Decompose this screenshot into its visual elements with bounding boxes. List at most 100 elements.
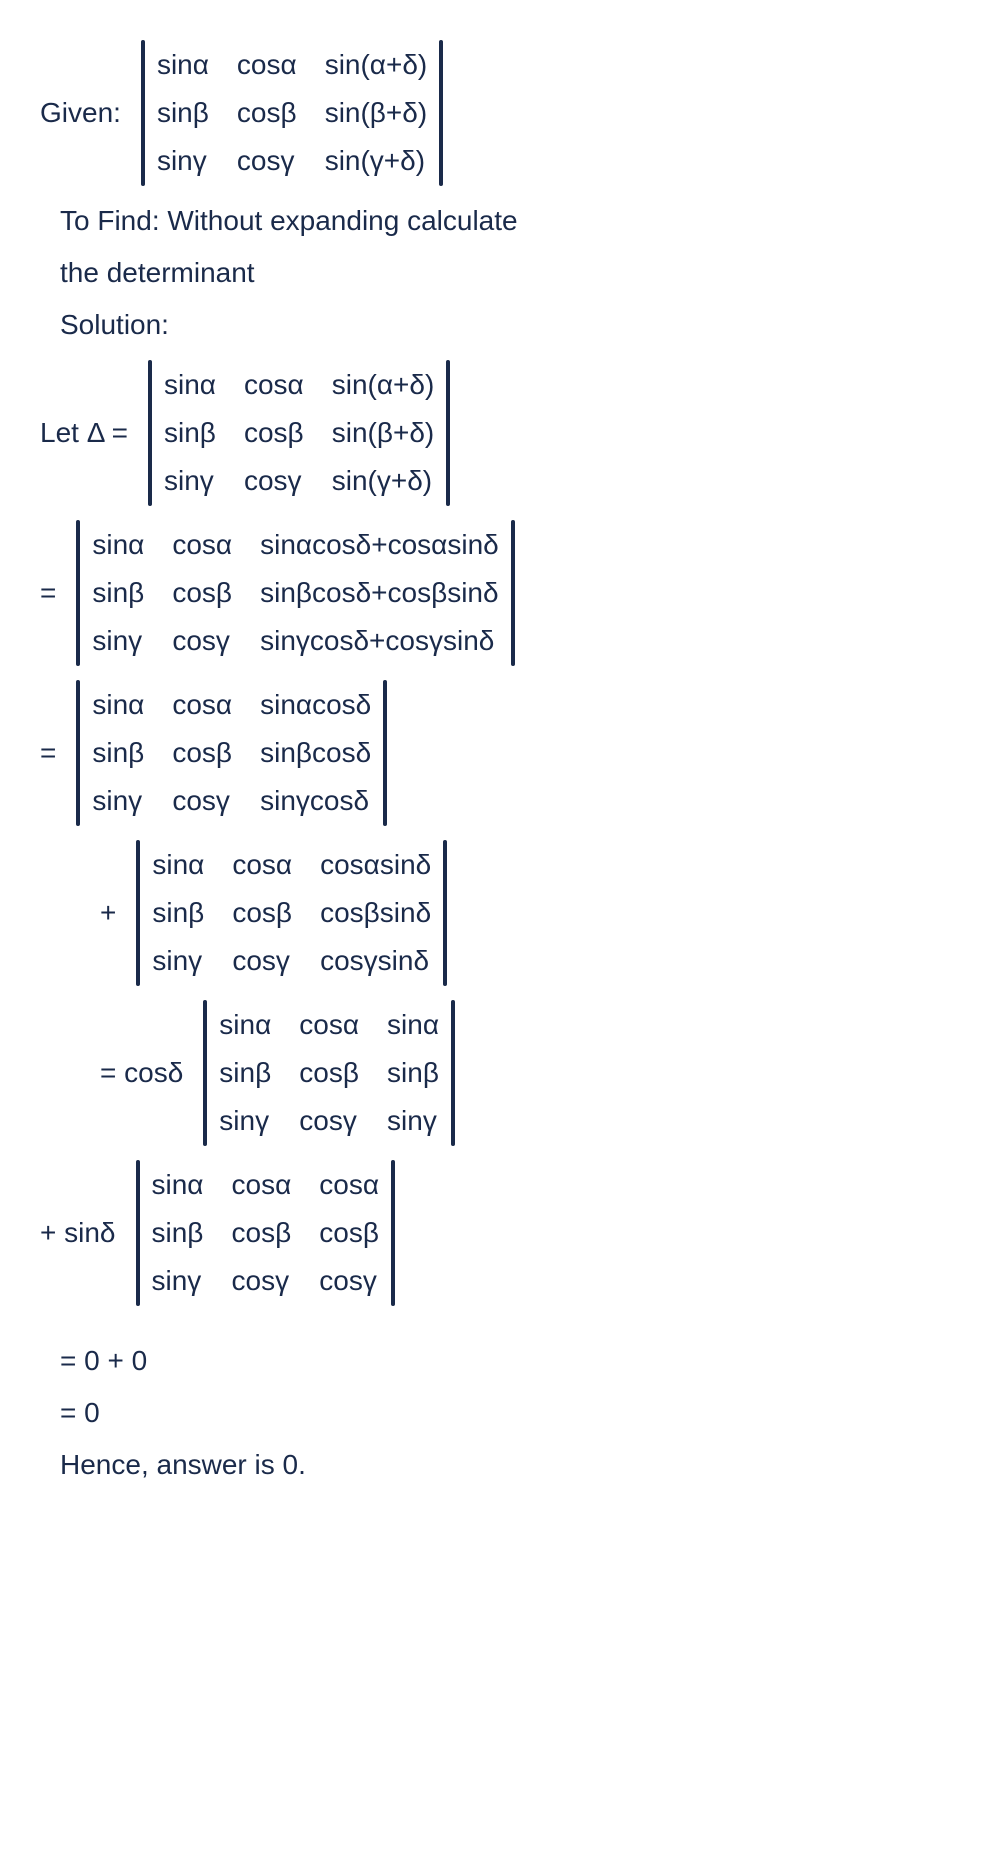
cell: sin(α+δ) bbox=[325, 44, 428, 86]
given-line: Given: sinα cosα sin(α+δ) sinβ cosβ sin(… bbox=[40, 36, 960, 190]
cell: cosα bbox=[172, 684, 232, 726]
cell: cosγ bbox=[244, 460, 304, 502]
det-bar-right bbox=[446, 360, 450, 506]
cos-delta-coeff: = cosδ bbox=[100, 1052, 183, 1094]
factor2-line: + sinδ sinα cosα cosα sinβ cosβ cosβ sin… bbox=[40, 1156, 960, 1310]
cell: cosα bbox=[244, 364, 304, 406]
det-bar-left bbox=[141, 40, 145, 186]
cell: sinγ bbox=[387, 1100, 439, 1142]
cell: sinγ bbox=[164, 460, 216, 502]
split1-line: = sinα cosα sinαcosδ sinβ cosβ sinβcosδ … bbox=[40, 676, 960, 830]
cell: sin(α+δ) bbox=[332, 364, 435, 406]
cell: sinβ bbox=[152, 892, 204, 934]
cell: sinβ bbox=[219, 1052, 271, 1094]
given-determinant: sinα cosα sin(α+δ) sinβ cosβ sin(β+δ) si… bbox=[135, 40, 449, 186]
det-bar-right bbox=[451, 1000, 455, 1146]
cell: sinβ bbox=[164, 412, 216, 454]
cell: cosα bbox=[319, 1164, 379, 1206]
cell: sinα bbox=[157, 44, 209, 86]
cell: sinα bbox=[152, 844, 204, 886]
det-grid: sinα cosα sin(α+δ) sinβ cosβ sin(β+δ) si… bbox=[151, 40, 433, 186]
cell: sinα bbox=[219, 1004, 271, 1046]
cell: cosβ bbox=[172, 732, 232, 774]
det-grid: sinα cosα cosαsinδ sinβ cosβ cosβsinδ si… bbox=[146, 840, 437, 986]
det-grid: sinα cosα sin(α+δ) sinβ cosβ sin(β+δ) si… bbox=[158, 360, 440, 506]
cell: sinα bbox=[387, 1004, 439, 1046]
cell: sinγ bbox=[219, 1100, 271, 1142]
cell: sinγ bbox=[92, 780, 144, 822]
split2-line: + sinα cosα cosαsinδ sinβ cosβ cosβsinδ … bbox=[100, 836, 960, 990]
cell: cosγ bbox=[319, 1260, 379, 1302]
cell: cosα bbox=[299, 1004, 359, 1046]
solution-label: Solution: bbox=[60, 304, 960, 346]
cell: sinβ bbox=[152, 1212, 204, 1254]
cell: sin(β+δ) bbox=[325, 92, 428, 134]
factor1-determinant: sinα cosα sinα sinβ cosβ sinβ sinγ cosγ … bbox=[197, 1000, 461, 1146]
det-bar-right bbox=[511, 520, 515, 666]
cell: sinβ bbox=[157, 92, 209, 134]
equals-sign: = bbox=[40, 732, 56, 774]
cell: cosγsinδ bbox=[320, 940, 431, 982]
cell: sinγcosδ bbox=[260, 780, 371, 822]
cell: cosγ bbox=[299, 1100, 359, 1142]
final-answer: Hence, answer is 0. bbox=[60, 1444, 960, 1486]
cell: cosβ bbox=[232, 892, 292, 934]
expand-determinant: sinα cosα sinαcosδ+cosαsinδ sinβ cosβ si… bbox=[70, 520, 520, 666]
cell: sinαcosδ bbox=[260, 684, 371, 726]
det-bar-left bbox=[203, 1000, 207, 1146]
cell: sin(γ+δ) bbox=[325, 140, 428, 182]
det-grid: sinα cosα sinαcosδ sinβ cosβ sinβcosδ si… bbox=[86, 680, 377, 826]
cell: sinα bbox=[92, 684, 144, 726]
cell: sinβ bbox=[92, 732, 144, 774]
let-delta-label: Let Δ = bbox=[40, 412, 128, 454]
cell: cosβ bbox=[232, 1212, 292, 1254]
cell: cosγ bbox=[232, 940, 292, 982]
det-bar-right bbox=[439, 40, 443, 186]
det-bar-right bbox=[391, 1160, 395, 1306]
cell: sinγ bbox=[157, 140, 209, 182]
cell: sinα bbox=[92, 524, 144, 566]
to-find-text-1: To Find: Without expanding calculate bbox=[60, 200, 960, 242]
cell: cosα bbox=[232, 1164, 292, 1206]
det-grid: sinα cosα sinα sinβ cosβ sinβ sinγ cosγ … bbox=[213, 1000, 445, 1146]
cell: sinβcosδ+cosβsinδ bbox=[260, 572, 499, 614]
let-delta-line: Let Δ = sinα cosα sin(α+δ) sinβ cosβ sin… bbox=[40, 356, 960, 510]
sin-delta-coeff: + sinδ bbox=[40, 1212, 116, 1254]
det-grid: sinα cosα cosα sinβ cosβ cosβ sinγ cosγ … bbox=[146, 1160, 386, 1306]
det-bar-left bbox=[76, 520, 80, 666]
det-bar-right bbox=[443, 840, 447, 986]
delta-determinant: sinα cosα sin(α+δ) sinβ cosβ sin(β+δ) si… bbox=[142, 360, 456, 506]
cell: cosα bbox=[237, 44, 297, 86]
equals-sign: = bbox=[40, 572, 56, 614]
cell: cosγ bbox=[172, 620, 232, 662]
plus-sign: + bbox=[100, 892, 116, 934]
det-bar-left bbox=[136, 840, 140, 986]
split2-determinant: sinα cosα cosαsinδ sinβ cosβ cosβsinδ si… bbox=[130, 840, 453, 986]
cell: sinβ bbox=[387, 1052, 439, 1094]
cell: sinβcosδ bbox=[260, 732, 371, 774]
cell: sinγ bbox=[152, 1260, 204, 1302]
factor2-determinant: sinα cosα cosα sinβ cosβ cosβ sinγ cosγ … bbox=[130, 1160, 402, 1306]
det-bar-right bbox=[383, 680, 387, 826]
cell: cosβ bbox=[244, 412, 304, 454]
to-find-text-2: the determinant bbox=[60, 252, 960, 294]
cell: cosγ bbox=[237, 140, 297, 182]
factor1-line: = cosδ sinα cosα sinα sinβ cosβ sinβ sin… bbox=[100, 996, 960, 1150]
cell: sinα bbox=[164, 364, 216, 406]
cell: cosαsinδ bbox=[320, 844, 431, 886]
det-bar-left bbox=[76, 680, 80, 826]
cell: cosγ bbox=[172, 780, 232, 822]
cell: sinγ bbox=[92, 620, 144, 662]
split1-determinant: sinα cosα sinαcosδ sinβ cosβ sinβcosδ si… bbox=[70, 680, 393, 826]
result-zero-plus-zero: = 0 + 0 bbox=[60, 1340, 960, 1382]
cell: cosβ bbox=[299, 1052, 359, 1094]
cell: sinγcosδ+cosγsinδ bbox=[260, 620, 499, 662]
cell: sin(β+δ) bbox=[332, 412, 435, 454]
given-label: Given: bbox=[40, 92, 121, 134]
cell: sinα bbox=[152, 1164, 204, 1206]
cell: sinγ bbox=[152, 940, 204, 982]
cell: cosα bbox=[232, 844, 292, 886]
cell: sinβ bbox=[92, 572, 144, 614]
det-bar-left bbox=[148, 360, 152, 506]
cell: sin(γ+δ) bbox=[332, 460, 435, 502]
